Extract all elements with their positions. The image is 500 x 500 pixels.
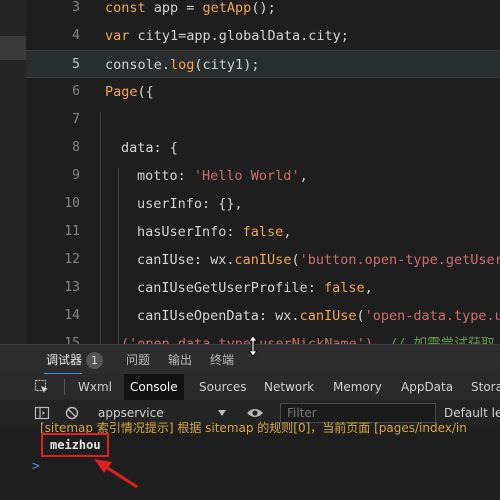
annotation-arrow-icon [94,459,138,489]
